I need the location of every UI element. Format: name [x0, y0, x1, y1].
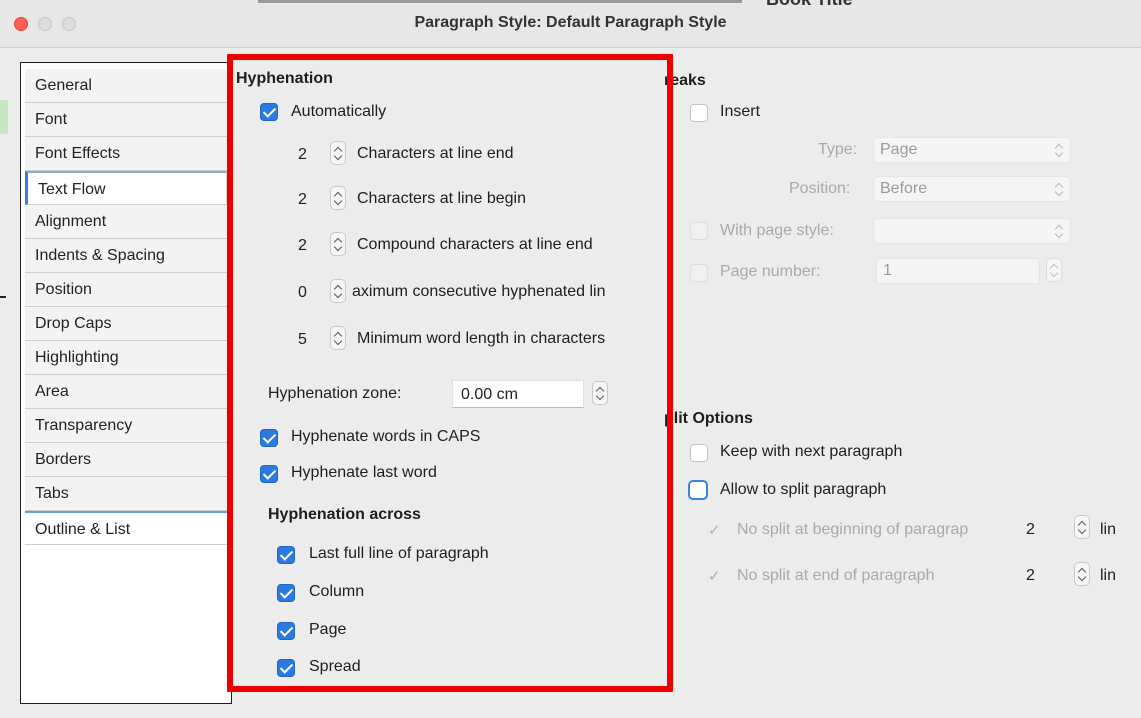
break-position-label: Position:: [789, 180, 851, 197]
break-type-arrows: [1053, 140, 1065, 162]
background-window-fragment: Book Title: [766, 0, 853, 10]
no-split-end-value[interactable]: 2: [1026, 567, 1035, 585]
no-split-begin-checkmark[interactable]: ✓: [708, 521, 721, 539]
page-style-select[interactable]: [873, 218, 1071, 244]
break-type-label: Type:: [818, 141, 858, 158]
page-number-field[interactable]: 1: [876, 258, 1040, 284]
allow-split-label: Allow to split paragraph: [720, 481, 887, 498]
page-style-arrows: [1053, 221, 1065, 243]
keep-with-next-checkbox[interactable]: [690, 444, 708, 462]
background-window-mark: [0, 296, 6, 298]
tab-highlighting[interactable]: Highlighting: [25, 341, 227, 375]
no-split-begin-spin[interactable]: [1074, 515, 1090, 539]
page-number-checkbox[interactable]: [690, 264, 708, 282]
no-split-begin-value[interactable]: 2: [1026, 521, 1035, 539]
tab-area[interactable]: Area: [25, 375, 227, 409]
break-type-select[interactable]: Page: [873, 137, 1071, 163]
tab-text-flow[interactable]: Text Flow: [25, 171, 227, 205]
with-page-style-label: With page style:: [720, 222, 834, 239]
highlight-box: [227, 54, 673, 692]
no-split-end-label: No split at end of paragraph: [737, 567, 935, 584]
keep-with-next-label: Keep with next paragraph: [720, 443, 903, 460]
background-window-strip: [258, 0, 742, 3]
no-split-begin-unit: lin: [1100, 521, 1117, 538]
page-number-spin[interactable]: [1046, 258, 1062, 282]
background-window-edge: [0, 100, 8, 134]
tab-general[interactable]: General: [25, 69, 227, 103]
tab-transparency[interactable]: Transparency: [25, 409, 227, 443]
with-page-style-checkbox[interactable]: [690, 222, 708, 240]
tab-alignment[interactable]: Alignment: [25, 205, 227, 239]
tab-font-effects[interactable]: Font Effects: [25, 137, 227, 171]
page-number-label: Page number:: [720, 263, 821, 280]
no-split-end-unit: lin: [1100, 567, 1117, 584]
no-split-end-spin[interactable]: [1074, 562, 1090, 586]
tab-borders[interactable]: Borders: [25, 443, 227, 477]
window-title: Paragraph Style: Default Paragraph Style: [414, 14, 727, 31]
insert-label: Insert: [720, 103, 761, 120]
no-split-end-checkmark[interactable]: ✓: [708, 567, 721, 585]
tab-outline-list[interactable]: Outline & List: [25, 511, 227, 545]
insert-checkbox[interactable]: [690, 104, 708, 122]
category-sidebar: General Font Font Effects Text Flow Alig…: [20, 62, 232, 704]
break-position-select[interactable]: Before: [873, 176, 1071, 202]
tab-tabs[interactable]: Tabs: [25, 477, 227, 511]
allow-split-checkbox[interactable]: [688, 480, 708, 500]
tab-position[interactable]: Position: [25, 273, 227, 307]
title-bar: Book Title Paragraph Style: Default Para…: [0, 0, 1141, 48]
break-position-arrows: [1053, 179, 1065, 201]
tab-font[interactable]: Font: [25, 103, 227, 137]
tab-indents-spacing[interactable]: Indents & Spacing: [25, 239, 227, 273]
no-split-begin-label: No split at beginning of paragrap: [737, 521, 969, 538]
split-options-heading: plit Options: [664, 410, 753, 427]
tab-drop-caps[interactable]: Drop Caps: [25, 307, 227, 341]
